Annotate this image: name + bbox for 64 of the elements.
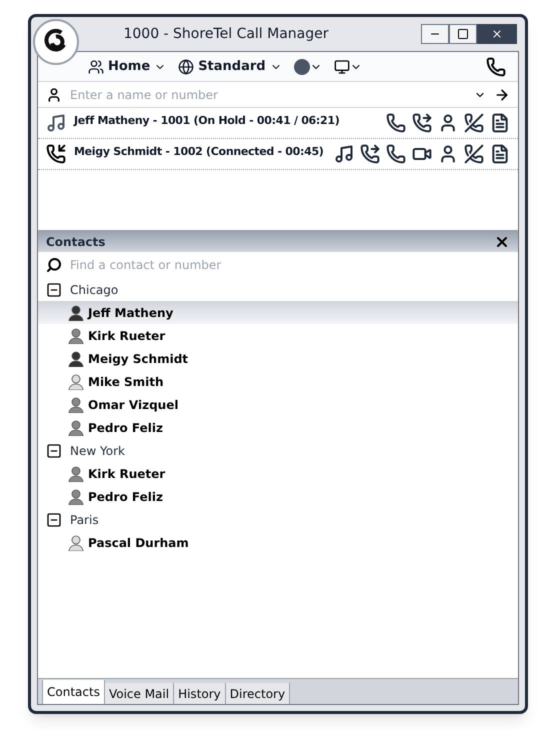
monitor-icon — [334, 58, 350, 74]
contact-name: Meigy Schmidt — [88, 350, 188, 368]
tab[interactable]: Directory — [226, 683, 290, 704]
maximize-icon — [457, 28, 469, 40]
call-status-text: Meigy Schmidt - 1002 (Connected - 00:45) — [74, 144, 325, 160]
contact-name: Mike Smith — [88, 374, 164, 390]
collapse-icon[interactable] — [46, 442, 62, 458]
tab[interactable]: Voice Mail — [104, 683, 174, 704]
contact-name: Pedro Feliz — [88, 488, 163, 506]
close-button[interactable] — [477, 24, 517, 44]
hang-up-icon[interactable] — [464, 144, 484, 164]
transfer-icon[interactable] — [360, 144, 380, 164]
toolbar-menu-button[interactable]: Home — [88, 56, 166, 76]
contact-item[interactable]: Jeff Matheny — [38, 301, 518, 324]
close-icon — [491, 28, 503, 40]
group-name: Chicago — [70, 282, 118, 298]
panel-title: Contacts — [46, 234, 106, 250]
contact-item[interactable]: Mike Smith — [38, 370, 518, 393]
contact-name: Kirk Rueter — [88, 466, 166, 482]
transfer-icon[interactable] — [412, 113, 432, 133]
contact-name: Pedro Feliz — [88, 420, 163, 436]
group-name: Paris — [70, 512, 99, 528]
tab[interactable]: History — [174, 683, 226, 704]
dial-field[interactable]: Enter a name or number — [70, 86, 466, 104]
contact-item[interactable]: Kirk Rueter — [38, 324, 518, 347]
notes-icon[interactable] — [490, 113, 510, 133]
phone-ringing-icon[interactable] — [46, 144, 66, 164]
contact-name: Jeff Matheny — [88, 304, 174, 322]
dial-arrow-icon[interactable] — [494, 86, 510, 102]
collapse-icon[interactable] — [46, 282, 62, 298]
maximize-button[interactable] — [449, 24, 477, 44]
contact-name: Pascal Durham — [88, 534, 189, 552]
handset-icon[interactable] — [486, 56, 506, 76]
music-note-icon[interactable] — [334, 144, 354, 164]
window-dropdown-button[interactable] — [334, 58, 362, 74]
menu-label: Standard — [198, 58, 266, 76]
caller-icon[interactable] — [46, 86, 62, 102]
contact-item[interactable]: Pedro Feliz — [38, 416, 518, 439]
globe-icon — [178, 58, 194, 74]
status-dropdown-button[interactable] — [294, 58, 322, 74]
contact-item[interactable]: Omar Vizquel — [38, 393, 518, 416]
music-note-icon[interactable] — [46, 113, 66, 133]
menu-label: Home — [108, 58, 150, 76]
contact-item[interactable]: Pedro Feliz — [38, 485, 518, 508]
window-title: 1000 - ShoreTel Call Manager — [122, 24, 330, 44]
toolbar-menu-button[interactable]: Standard — [178, 56, 282, 76]
collapse-icon[interactable] — [46, 512, 62, 528]
contact-item[interactable]: Pascal Durham — [38, 531, 518, 554]
search-icon — [46, 257, 62, 273]
contact-name: Kirk Rueter — [88, 328, 166, 344]
person-icon[interactable] — [438, 144, 458, 164]
contact-item[interactable]: Meigy Schmidt — [38, 347, 518, 370]
notes-icon[interactable] — [490, 144, 510, 164]
contact-search-field[interactable]: Find a contact or number — [70, 256, 510, 274]
hang-up-icon[interactable] — [464, 113, 484, 133]
contact-item[interactable]: Kirk Rueter — [38, 462, 518, 485]
person-icon[interactable] — [438, 113, 458, 133]
group-name: New York — [70, 442, 125, 460]
tab[interactable]: Contacts — [42, 680, 105, 704]
phone-icon[interactable] — [386, 113, 406, 133]
minimize-button[interactable] — [421, 24, 449, 44]
call-status-text: Jeff Matheny - 1001 (On Hold - 00:41 / 06:21) — [74, 113, 340, 129]
people-icon — [88, 58, 104, 74]
contact-name: Omar Vizquel — [88, 396, 178, 414]
